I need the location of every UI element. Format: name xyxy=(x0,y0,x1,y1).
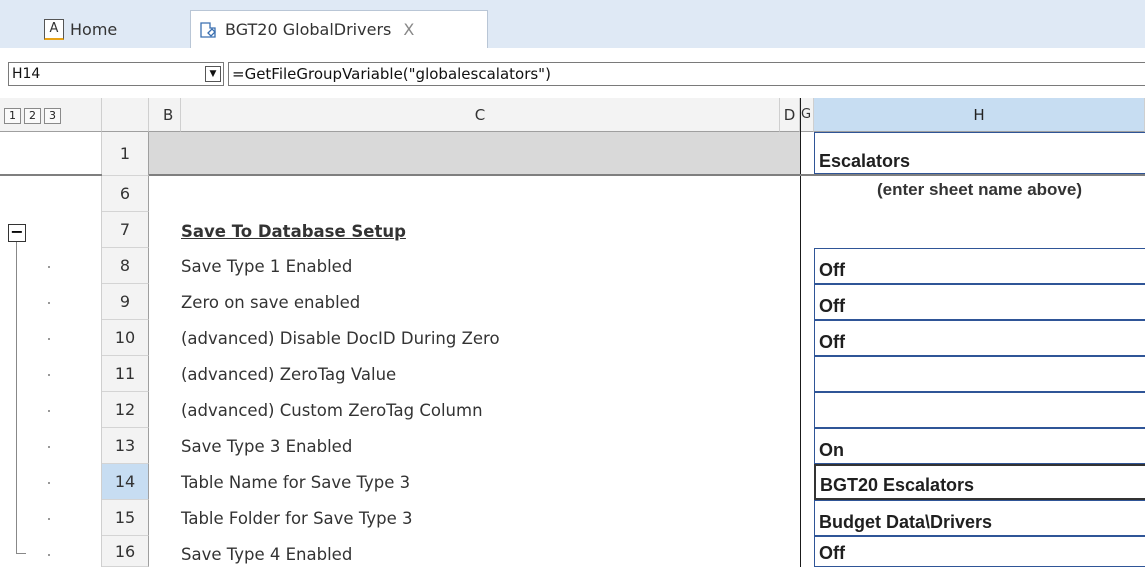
row-header[interactable]: 8 xyxy=(102,248,149,284)
setting-label[interactable]: Save Type 4 Enabled xyxy=(181,545,352,564)
sheet-name-cell[interactable]: Escalators xyxy=(814,132,1145,174)
outline-dot xyxy=(48,302,50,304)
outline-dot xyxy=(48,410,50,412)
outline-dot xyxy=(48,446,50,448)
row-header[interactable]: 16 xyxy=(102,536,149,567)
active-cell[interactable]: BGT20 Escalators xyxy=(814,464,1145,500)
column-header-c[interactable]: C xyxy=(181,98,780,132)
outline-dot xyxy=(48,482,50,484)
home-icon: A xyxy=(44,18,64,40)
setting-label[interactable]: Zero on save enabled xyxy=(181,293,360,312)
section-heading[interactable]: Save To Database Setup xyxy=(181,222,406,241)
outline-dot xyxy=(48,374,50,376)
name-box[interactable]: H14 ▼ xyxy=(8,62,224,86)
outline-level-2-button[interactable]: 2 xyxy=(24,108,41,124)
row-header[interactable]: 15 xyxy=(102,500,149,536)
row-1-band xyxy=(149,132,800,175)
collapse-group-button[interactable]: − xyxy=(8,224,26,242)
column-header-d[interactable]: D xyxy=(780,98,800,132)
outline-level-3-button[interactable]: 3 xyxy=(44,108,61,124)
formula-bar: H14 ▼ =GetFileGroupVariable("globalescal… xyxy=(0,58,1145,90)
outline-level-header: 1 2 3 xyxy=(0,98,102,132)
outline-dot xyxy=(48,554,50,556)
outline-bracket xyxy=(16,242,17,554)
frozen-row-divider xyxy=(0,174,1145,176)
column-header-h[interactable]: H xyxy=(814,98,1145,132)
row-header[interactable]: 12 xyxy=(102,392,149,428)
outline-bracket-end xyxy=(16,553,26,554)
row-header[interactable]: 9 xyxy=(102,284,149,320)
setting-label[interactable]: (advanced) Disable DocID During Zero xyxy=(181,329,500,348)
row-header[interactable]: 10 xyxy=(102,320,149,356)
document-link-icon xyxy=(199,21,219,39)
row-header[interactable]: 7 xyxy=(102,212,149,248)
tab-bar: A Home BGT20 GlobalDrivers X xyxy=(0,0,1145,48)
setting-label[interactable]: (advanced) ZeroTag Value xyxy=(181,365,396,384)
outline-dot xyxy=(48,338,50,340)
close-icon[interactable]: X xyxy=(403,20,414,39)
row-header[interactable]: 11 xyxy=(102,356,149,392)
value-cell[interactable]: Off xyxy=(814,248,1145,284)
sheet-name-hint[interactable]: (enter sheet name above) xyxy=(814,180,1145,200)
value-cell[interactable]: Budget Data\Drivers xyxy=(814,500,1145,536)
tab-document-label: BGT20 GlobalDrivers xyxy=(225,20,392,39)
value-cell[interactable]: Off xyxy=(814,536,1145,567)
name-box-value: H14 xyxy=(12,66,41,82)
value-cell[interactable] xyxy=(814,392,1145,428)
setting-label[interactable]: (advanced) Custom ZeroTag Column xyxy=(181,401,483,420)
setting-label[interactable]: Save Type 3 Enabled xyxy=(181,437,352,456)
value-cell[interactable]: On xyxy=(814,428,1145,464)
tab-home-label: Home xyxy=(70,19,118,39)
formula-input[interactable]: =GetFileGroupVariable("globalescalators"… xyxy=(228,62,1145,86)
row-header[interactable]: 13 xyxy=(102,428,149,464)
setting-label[interactable]: Table Folder for Save Type 3 xyxy=(181,509,412,528)
tab-home[interactable]: A Home xyxy=(44,10,117,48)
row-header[interactable]: 1 xyxy=(102,132,149,176)
select-all-corner[interactable] xyxy=(102,98,149,132)
outline-dot xyxy=(48,266,50,268)
setting-label[interactable]: Save Type 1 Enabled xyxy=(181,257,352,276)
value-cell[interactable] xyxy=(814,356,1145,392)
value-cell[interactable]: Off xyxy=(814,284,1145,320)
column-header-g[interactable]: G xyxy=(801,98,814,132)
setting-label[interactable]: Table Name for Save Type 3 xyxy=(181,473,410,492)
outline-level-1-button[interactable]: 1 xyxy=(4,108,21,124)
spreadsheet-grid: 1 2 3 B C D G H − 1 6 7 8 9 10 11 12 13 … xyxy=(0,98,1145,567)
column-header-b[interactable]: B xyxy=(149,98,181,132)
frozen-pane-divider xyxy=(800,98,801,567)
outline-dot xyxy=(48,518,50,520)
tab-document[interactable]: BGT20 GlobalDrivers X xyxy=(190,10,488,48)
chevron-down-icon[interactable]: ▼ xyxy=(205,66,221,82)
row-header[interactable]: 6 xyxy=(102,176,149,212)
row-header[interactable]: 14 xyxy=(102,464,149,500)
value-cell[interactable]: Off xyxy=(814,320,1145,356)
